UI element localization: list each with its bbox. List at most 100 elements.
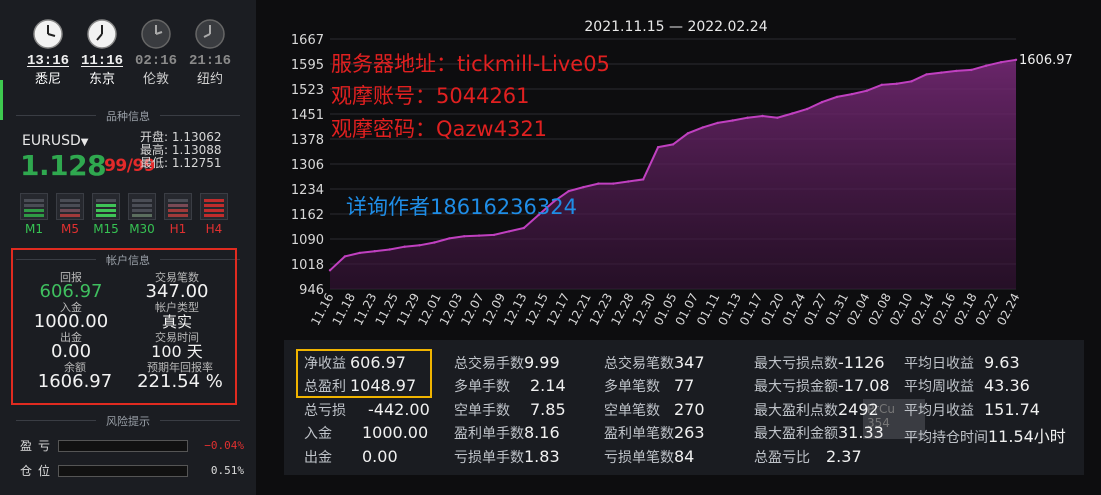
y-axis-ticks: 1667 1595 1523 1451 1378 1306 1234 1162 1090 1018… xyxy=(291,33,324,298)
equity-point xyxy=(492,233,496,237)
equity-point xyxy=(716,121,719,125)
equity-point xyxy=(686,132,690,135)
stat-deposit: 入金 1000.00 xyxy=(304,423,429,442)
world-clocks: 13:16 悉尼 11:16 东京 02:16 伦敦 21:16 纽约 xyxy=(26,18,232,87)
account-balance: 余额 1606.97 xyxy=(37,361,113,392)
y-tick-label: 1162 xyxy=(291,208,324,223)
stat-gross-loss: 总亏损 -442.00 xyxy=(304,400,430,419)
equity-point xyxy=(791,112,794,115)
timeframe-h4[interactable]: H4 xyxy=(200,193,228,236)
clock-icon xyxy=(33,19,63,49)
stat-avg-hold: 平均持仓时间11.54小时 xyxy=(904,427,1066,446)
strength-bars xyxy=(164,193,192,220)
timeframe-m15[interactable]: M15 xyxy=(92,193,120,236)
symbol-name: EURUSD xyxy=(22,133,81,149)
timeframe-m30[interactable]: M30 xyxy=(128,193,156,236)
equity-point xyxy=(373,250,376,253)
timeframe-m1[interactable]: M1 xyxy=(20,193,48,236)
clock-time: 21:16 xyxy=(188,53,231,69)
clock-london[interactable]: 02:16 伦敦 xyxy=(134,18,178,87)
y-tick-label: 1667 xyxy=(291,33,324,48)
strength-bars xyxy=(20,193,48,220)
stat-max-win-amount: 最大盈利金额31.33 xyxy=(754,423,884,442)
equity-point xyxy=(761,114,764,118)
account-time: 交易时间 100 天 xyxy=(151,331,203,361)
equity-point xyxy=(597,182,600,185)
overlay-contact: 详询作者18616236324 xyxy=(346,195,577,219)
equity-point xyxy=(656,146,660,149)
symbol-selector[interactable]: EURUSD▼ xyxy=(22,133,88,149)
timeframe-label: M15 xyxy=(93,222,119,236)
y-tick-label: 946 xyxy=(299,283,324,298)
overlay-password: 观摩密码：Qazw4321 xyxy=(331,117,548,141)
stat-loss-lots: 亏损单手数1.83 xyxy=(454,447,560,466)
account-deposit: 入金 1000.00 xyxy=(33,301,109,332)
right-panel: 2021.11.15 — 2022.02.24 1667 1595 1523 1451… xyxy=(256,0,1101,495)
stat-max-win-points: 最大盈利点数2492 xyxy=(754,400,879,419)
stat-short-trades: 空单笔数 270 xyxy=(604,400,705,419)
price-main: 1.128 xyxy=(20,149,107,182)
equity-point xyxy=(940,71,943,74)
timeframe-h1[interactable]: H1 xyxy=(164,193,192,236)
clock-sydney[interactable]: 13:16 悉尼 xyxy=(26,18,70,87)
equity-point xyxy=(328,269,332,272)
risk-profit-row: 盈亏 −0.04% xyxy=(20,439,244,453)
equity-point xyxy=(865,89,869,92)
equity-point xyxy=(343,255,347,258)
sidebar-edge-indicator xyxy=(0,80,3,120)
low-row: 最低: 1.12751 xyxy=(140,156,222,170)
equity-point xyxy=(477,234,481,237)
clock-city: 悉尼 xyxy=(34,72,61,87)
y-tick-label: 1451 xyxy=(291,108,324,123)
y-tick-label: 1595 xyxy=(291,58,324,73)
stat-max-loss-amount: 最大亏损金额-17.08 xyxy=(754,376,890,395)
stat-short-lots: 空单手数 7.85 xyxy=(454,400,566,419)
equity-point xyxy=(910,80,913,83)
equity-point xyxy=(582,185,585,189)
stat-avg-daily: 平均日收益 9.63 xyxy=(904,353,1020,372)
stat-loss-trades: 亏损单笔数84 xyxy=(604,447,695,466)
clock-newyork[interactable]: 21:16 纽约 xyxy=(188,18,232,87)
equity-point xyxy=(925,73,928,76)
clock-city: 纽约 xyxy=(196,72,223,87)
clock-time: 11:16 xyxy=(80,53,123,69)
timeframe-m5[interactable]: M5 xyxy=(56,193,84,236)
symbol-stats: 开盘: 1.13062 最高: 1.13088 最低: 1.12751 xyxy=(140,131,222,170)
stat-max-loss-points: 最大亏损点数-1126 xyxy=(754,353,885,372)
chart-title: 2021.11.15 — 2022.02.24 xyxy=(584,19,767,35)
account-type: 帐户类型 真实 xyxy=(155,301,199,331)
section-title-risk: 风险提示 xyxy=(16,413,240,428)
equity-point xyxy=(358,251,361,255)
overlay-account: 观摩账号：5044261 xyxy=(331,84,530,108)
clock-tokyo[interactable]: 11:16 东京 xyxy=(80,18,124,87)
clock-city: 东京 xyxy=(88,72,115,87)
stat-gross-profit: 总盈利 1048.97 xyxy=(304,376,417,395)
timeframe-label: M5 xyxy=(61,222,79,236)
equity-point xyxy=(507,230,511,233)
y-tick-label: 1090 xyxy=(291,233,324,248)
account-return: 回报 606.97 xyxy=(39,271,103,302)
equity-point xyxy=(731,119,734,122)
equity-point xyxy=(1014,58,1018,61)
stat-avg-monthly: 平均月收益 151.74 xyxy=(904,400,1040,419)
equity-point xyxy=(880,83,883,87)
equity-point xyxy=(403,245,406,248)
left-panel: 13:16 悉尼 11:16 东京 02:16 伦敦 21:16 纽约 品种信息… xyxy=(0,0,256,495)
equity-point xyxy=(388,248,391,251)
stat-avg-weekly: 平均周收益 43.36 xyxy=(904,376,1030,395)
strength-bars xyxy=(56,193,84,220)
stats-panel: PrCu 354 净收益 606.97 总盈利 1048.97 总亏损 -442.00 … xyxy=(284,340,1084,475)
account-annual-return: 预期年回报率 221.54 % xyxy=(137,361,223,392)
equity-point xyxy=(806,107,809,111)
stat-withdraw: 出金 0.00 xyxy=(304,447,398,466)
timeframe-strength: M1 M5 M15 M30 H1 H4 xyxy=(20,193,228,236)
equity-point xyxy=(627,180,630,183)
strength-bars xyxy=(92,193,120,220)
timeframe-label: H4 xyxy=(205,222,223,236)
clock-city: 伦敦 xyxy=(142,72,169,87)
current-price: 1.12899/99 xyxy=(20,149,156,182)
y-tick-label: 1523 xyxy=(291,83,324,98)
clock-time: 02:16 xyxy=(134,53,177,69)
stat-long-trades: 多单笔数 77 xyxy=(604,376,695,395)
equity-point xyxy=(895,82,898,85)
